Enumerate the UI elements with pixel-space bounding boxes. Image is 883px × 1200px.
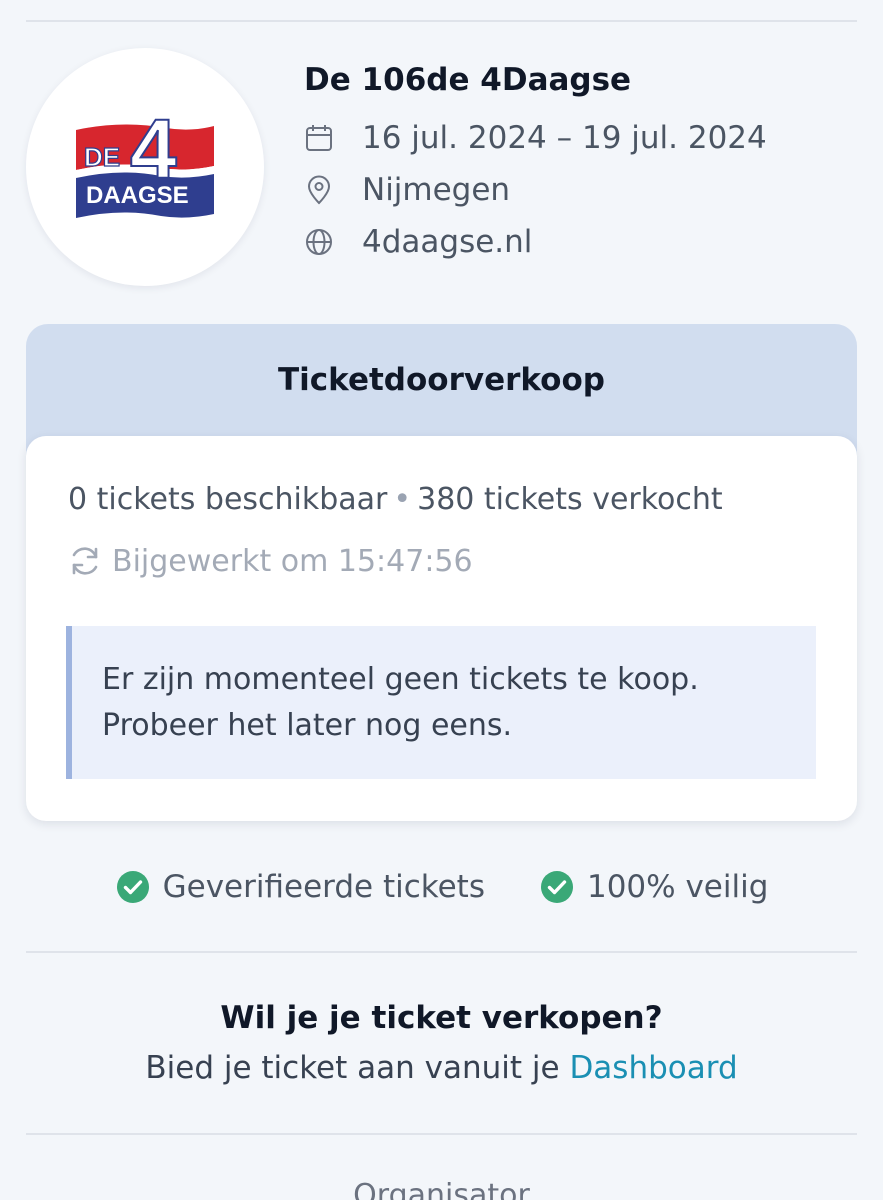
sell-ticket-text: Bied je ticket aan vanuit je Dashboard: [0, 1050, 883, 1086]
dashboard-link[interactable]: Dashboard: [569, 1050, 737, 1086]
trust-badges: Geverifieerde tickets 100% veilig: [0, 865, 883, 909]
no-tickets-notice: Er zijn momenteel geen tickets te koop. …: [66, 626, 816, 779]
section-divider: [26, 951, 857, 953]
verified-tickets-label: Geverifieerde tickets: [162, 869, 485, 905]
organizer-label: Organisator: [353, 1178, 530, 1200]
event-header: DE 4 DAAGSE De 106de 4Daagse 16 jul. 202…: [26, 48, 857, 288]
event-website-row[interactable]: 4daagse.nl: [304, 222, 532, 262]
count-separator: •: [393, 482, 412, 517]
notice-line-2: Probeer het later nog eens.: [102, 708, 513, 743]
tickets-available: 0 tickets beschikbaar: [68, 482, 388, 517]
ticket-status-card: 0 tickets beschikbaar • 380 tickets verkoc…: [26, 436, 857, 821]
event-location: Nijmegen: [362, 172, 511, 208]
check-circle-icon: [539, 869, 575, 905]
event-date-row: 16 jul. 2024 – 19 jul. 2024: [304, 118, 767, 158]
event-title: De 106de 4Daagse: [304, 62, 632, 98]
logo-text-daagse: DAAGSE: [86, 182, 189, 209]
last-updated-text: Bijgewerkt om 15:47:56: [112, 543, 473, 579]
last-updated: Bijgewerkt om 15:47:56: [66, 542, 473, 580]
panel-title: Ticketdoorverkoop: [278, 362, 605, 398]
section-divider: [26, 1133, 857, 1135]
notice-line-1: Er zijn momenteel geen tickets te koop.: [102, 662, 699, 697]
ticket-counts: 0 tickets beschikbaar • 380 tickets verkoc…: [68, 482, 723, 517]
sell-ticket-prefix: Bied je ticket aan vanuit je: [145, 1050, 570, 1086]
sell-ticket-heading: Wil je je ticket verkopen?: [220, 1000, 663, 1036]
event-logo[interactable]: DE 4 DAAGSE: [26, 48, 264, 286]
verified-tickets-badge: Geverifieerde tickets: [115, 869, 485, 905]
secure-badge: 100% veilig: [539, 869, 768, 905]
event-website-link[interactable]: 4daagse.nl: [362, 224, 532, 260]
secure-label: 100% veilig: [586, 869, 769, 905]
check-circle-icon: [115, 869, 151, 905]
ticket-resale-panel: Ticketdoorverkoop 0 tickets beschikbaar •…: [26, 324, 857, 821]
map-pin-icon: [304, 175, 334, 205]
top-divider: [26, 20, 857, 22]
calendar-icon: [304, 123, 334, 153]
logo-text-de: DE: [84, 142, 120, 172]
tickets-sold: 380 tickets verkocht: [417, 482, 723, 517]
globe-icon: [304, 227, 334, 257]
event-location-row: Nijmegen: [304, 170, 510, 210]
refresh-icon: [66, 542, 104, 580]
event-date-range: 16 jul. 2024 – 19 jul. 2024: [362, 120, 767, 156]
